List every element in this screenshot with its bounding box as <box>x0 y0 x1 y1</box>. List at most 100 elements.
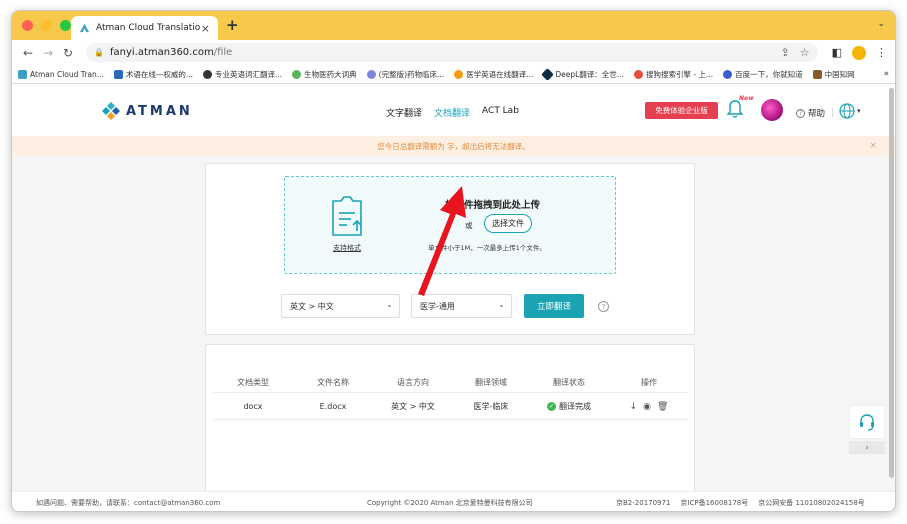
address-bar[interactable]: 🔒 fanyi.atman360.com/file ⇪ ☆ <box>86 43 818 62</box>
footer-contact: 如遇问题、需要帮助，请联系：contact@atman360.com <box>36 498 221 507</box>
page-scrollbar[interactable] <box>889 88 894 478</box>
kebab-menu-icon[interactable]: ⋮ <box>876 46 887 59</box>
delete-trash-icon[interactable]: 🗑 <box>657 402 668 412</box>
url-path: /file <box>213 47 233 58</box>
notice-close-icon[interactable]: × <box>869 141 877 151</box>
bookmark-item[interactable]: 中国知网 <box>812 69 855 80</box>
side-collapse-arrow[interactable]: › <box>849 441 885 454</box>
header-divider: | <box>831 108 834 118</box>
upload-limit-text: 单文件小于1M，一次最多上传1个文件。 <box>428 244 546 252</box>
bookmark-item[interactable]: 搜狗搜索引擎 - 上... <box>633 69 713 80</box>
nav-text-translation[interactable]: 文字翻译 <box>386 106 422 119</box>
cell-doc-type: docx <box>243 402 263 411</box>
dropzone-title: 将文件拖拽到此处上传 <box>445 200 541 211</box>
language-direction-value: 英文 > 中文 <box>290 301 334 311</box>
browser-window: Atman Cloud Translation × + ⌄ ← → ↻ 🔒 fa… <box>11 10 896 512</box>
browser-tab-active[interactable]: Atman Cloud Translation × <box>71 16 218 40</box>
bookmark-favicon-icon <box>812 69 822 79</box>
cell-domain: 医学-临床 <box>473 402 509 411</box>
browser-toolbar: ← → ↻ 🔒 fanyi.atman360.com/file ⇪ ☆ ◧ ⋮ <box>12 40 895 65</box>
column-header: 翻译领域 <box>475 378 507 387</box>
maximize-window-button[interactable] <box>60 20 71 31</box>
tab-close-icon[interactable]: × <box>201 22 210 35</box>
web-page: ATMAN 文字翻译 文档翻译 ACT Lab 免费体验企业版 New ? 帮助… <box>12 84 895 511</box>
preview-eye-icon[interactable]: ◉ <box>643 402 651 412</box>
bookmark-item[interactable]: 专业英语词汇翻译... <box>203 69 282 80</box>
help-circle-icon: ? <box>796 108 805 118</box>
bookmark-favicon-icon <box>633 69 643 79</box>
language-switcher[interactable]: ▾ <box>839 103 861 119</box>
customer-service-button[interactable] <box>849 405 885 439</box>
notice-text: 您今日总翻译需额为 字，超出后将无法翻译。 <box>377 141 530 151</box>
bookmark-favicon-icon <box>723 69 733 79</box>
help-link[interactable]: ? 帮助 | <box>796 107 837 119</box>
bookmark-item[interactable]: 医学英语在线翻译... <box>454 69 533 80</box>
sidebar-icon[interactable]: ◧ <box>832 46 842 59</box>
tab-search-icon[interactable]: ⌄ <box>877 19 885 29</box>
supported-formats-link[interactable]: 支持格式 <box>333 243 361 253</box>
site-footer: 如遇问题、需要帮助，请联系：contact@atman360.com Copyr… <box>12 491 895 511</box>
document-upload-icon <box>332 196 362 236</box>
quota-notice: 您今日总翻译需额为 字，超出后将无法翻译。 × <box>12 136 895 156</box>
close-window-button[interactable] <box>22 20 33 31</box>
atman-favicon-icon <box>79 23 90 32</box>
headset-icon <box>860 414 874 431</box>
reload-icon[interactable]: ↻ <box>60 46 76 60</box>
new-badge: New <box>739 95 754 102</box>
footer-icp-b2[interactable]: 京B2-20170971 <box>616 498 670 508</box>
bookmark-item[interactable]: 生物医药大词典 <box>292 69 357 80</box>
domain-value: 医学-通用 <box>420 301 455 311</box>
site-header: ATMAN 文字翻译 文档翻译 ACT Lab 免费体验企业版 New ? 帮助… <box>12 84 895 136</box>
new-tab-button[interactable]: + <box>226 16 239 34</box>
bookmark-favicon-icon <box>113 69 123 79</box>
url-host: fanyi.atman360.com <box>109 47 214 58</box>
back-icon[interactable]: ← <box>20 46 36 60</box>
user-avatar[interactable] <box>761 99 783 121</box>
bookmark-star-icon[interactable]: ☆ <box>800 46 810 59</box>
bookmarks-more-icon[interactable]: » <box>883 69 889 79</box>
bookmark-item[interactable]: 术语在线—权威的... <box>113 69 193 80</box>
domain-select[interactable]: 医学-通用 ▾ <box>411 294 512 318</box>
documents-table-card: 文档类型 文件名称 语言方向 翻译领域 翻译状态 操作 docx E.docx … <box>205 344 695 511</box>
choose-file-button[interactable]: 选择文件 <box>484 214 532 233</box>
table-row: docx E.docx 英文 > 中文 医学-临床 ✓ 翻译完成 ↓ ◉ 🗑 <box>213 394 689 420</box>
column-header: 翻译状态 <box>553 378 585 387</box>
bell-icon[interactable] <box>726 99 744 119</box>
question-circle-icon[interactable]: ? <box>598 301 609 312</box>
bookmark-item[interactable]: DeepL翻译：全世... <box>541 67 624 81</box>
window-controls <box>22 20 71 31</box>
share-icon[interactable]: ⇪ <box>781 46 790 59</box>
nav-act-lab[interactable]: ACT Lab <box>482 106 519 119</box>
chevron-down-icon: ▾ <box>499 302 503 310</box>
enterprise-trial-button[interactable]: 免费体验企业版 <box>645 102 718 119</box>
file-dropzone[interactable]: 支持格式 将文件拖拽到此处上传 或 选择文件 单文件小于1M，一次最多上传1个文… <box>284 176 616 274</box>
footer-icp[interactable]: 京ICP备16008178号 <box>680 498 748 508</box>
profile-avatar-icon[interactable] <box>852 45 866 60</box>
bookmark-favicon-icon <box>292 69 302 79</box>
atman-logo[interactable]: ATMAN <box>102 102 193 120</box>
lock-icon[interactable]: 🔒 <box>94 48 104 57</box>
column-header: 文件名称 <box>317 378 349 387</box>
bookmark-favicon-icon <box>203 69 213 79</box>
bookmark-item[interactable]: (完整版)药物临床... <box>366 69 444 80</box>
bookmark-favicon-icon <box>454 69 464 79</box>
download-icon[interactable]: ↓ <box>630 402 638 412</box>
nav-document-translation[interactable]: 文档翻译 <box>434 106 470 119</box>
column-header: 操作 <box>641 378 657 387</box>
footer-police-record[interactable]: 京公网安备 11010802024158号 <box>758 498 865 508</box>
bookmark-item[interactable]: 百度一下，你就知道 <box>723 69 803 80</box>
translate-now-button[interactable]: 立即翻译 <box>524 294 584 318</box>
chevron-down-icon: ▾ <box>387 302 391 310</box>
check-circle-icon: ✓ <box>547 402 556 411</box>
footer-copyright: Copyright ©2020 Atman 北京爱特曼科技有限公司 <box>367 498 533 507</box>
language-direction-select[interactable]: 英文 > 中文 ▾ <box>281 294 400 318</box>
minimize-window-button[interactable] <box>41 20 52 31</box>
bookmark-favicon-icon <box>541 67 555 81</box>
bookmark-item[interactable]: Atman Cloud Tran... <box>18 69 104 79</box>
forward-icon[interactable]: → <box>40 46 56 60</box>
upload-card: 支持格式 将文件拖拽到此处上传 或 选择文件 单文件小于1M，一次最多上传1个文… <box>205 163 695 335</box>
help-label: 帮助 <box>808 109 826 119</box>
bookmark-favicon-icon <box>18 69 27 79</box>
status-text: 翻译完成 <box>559 402 591 411</box>
logo-text: ATMAN <box>126 103 193 119</box>
